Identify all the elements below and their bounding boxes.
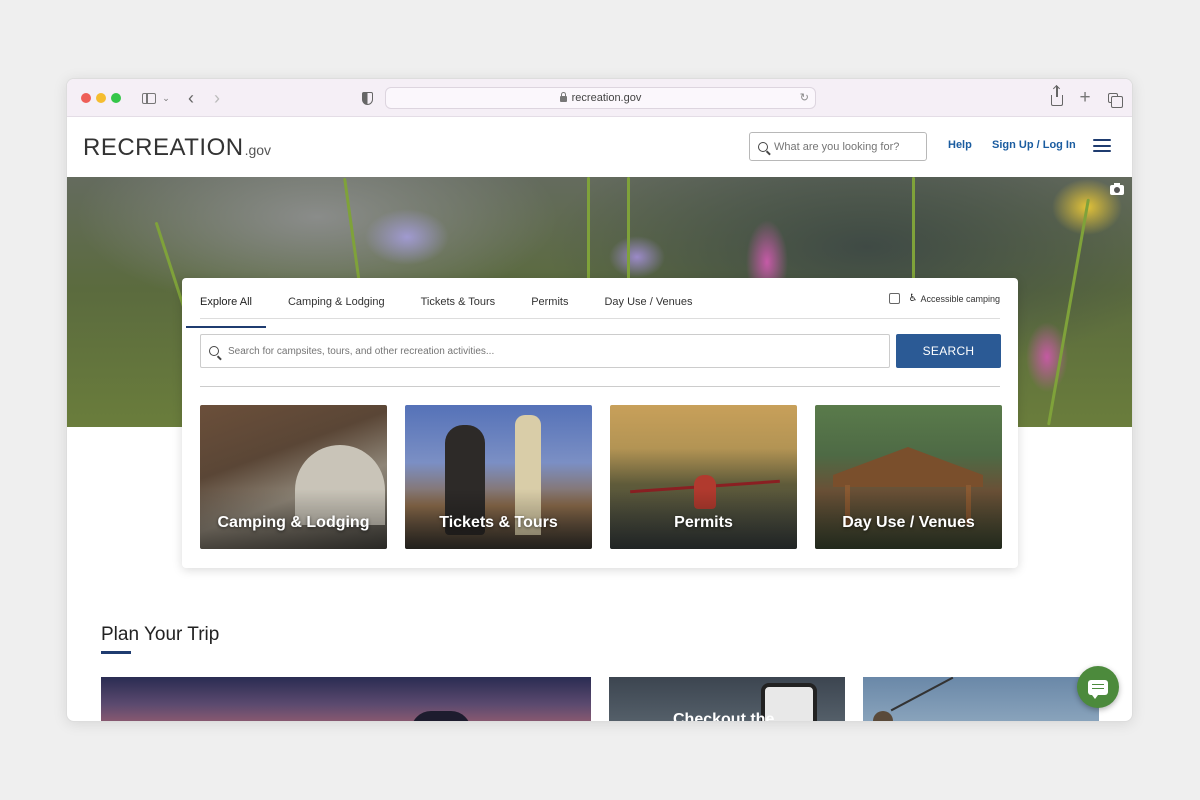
flower-stem — [912, 177, 915, 287]
address-bar[interactable]: recreation.gov ↻ — [385, 87, 816, 109]
wheelchair-icon: ♿ — [908, 293, 918, 304]
flower-stem — [627, 177, 630, 287]
tab-camping-lodging[interactable]: Camping & Lodging — [288, 288, 385, 318]
browser-toolbar: ⌄ ‹ › recreation.gov ↻ + — [67, 79, 1132, 117]
card-camping-lodging[interactable]: Camping & Lodging — [200, 405, 387, 549]
search-icon — [209, 346, 219, 356]
accessible-camping-checkbox[interactable] — [889, 293, 901, 304]
sidebar-icon[interactable] — [138, 88, 160, 108]
minimize-window-button[interactable] — [96, 93, 106, 103]
chevron-down-icon[interactable]: ⌄ — [161, 88, 171, 108]
tabs-divider — [200, 318, 1000, 319]
card-permits[interactable]: Permits — [610, 405, 797, 549]
new-tab-icon[interactable]: + — [1076, 87, 1094, 108]
signup-login-link[interactable]: Sign Up / Log In — [992, 139, 1076, 151]
header-search-input[interactable] — [774, 140, 914, 153]
card-day-use-venues[interactable]: Day Use / Venues — [815, 405, 1002, 549]
camera-icon[interactable] — [1110, 183, 1124, 195]
logo-suffix: .gov — [244, 142, 272, 158]
accessible-camping-toggle[interactable]: ♿ Accessible camping — [889, 293, 1000, 304]
rock-silhouette — [411, 711, 471, 721]
category-cards: Camping & Lodging Tickets & Tours Permit… — [200, 405, 1002, 549]
forward-icon[interactable]: › — [209, 88, 225, 108]
site-header: RECREATION .gov Help Sign Up / Log In — [67, 117, 1132, 177]
url-text: recreation.gov — [571, 92, 642, 104]
panel-divider — [200, 386, 1000, 387]
browser-window: ⌄ ‹ › recreation.gov ↻ + RECREATION .gov… — [66, 78, 1133, 722]
flower-stem — [1047, 198, 1090, 426]
share-icon[interactable] — [1048, 85, 1066, 108]
pavilion-roof-image — [833, 447, 983, 487]
plan-tile-text: Checkout the — [673, 711, 775, 722]
search-tabs: Explore All Camping & Lodging Tickets & … — [186, 288, 729, 328]
card-tickets-tours[interactable]: Tickets & Tours — [405, 405, 592, 549]
main-search[interactable] — [200, 334, 890, 368]
plan-trip-heading: Plan Your Trip — [101, 624, 220, 645]
fishing-rod — [890, 677, 954, 712]
back-icon[interactable]: ‹ — [183, 88, 199, 108]
main-search-input[interactable] — [228, 345, 868, 357]
site-logo[interactable]: RECREATION .gov — [83, 134, 271, 162]
tab-day-use-venues[interactable]: Day Use / Venues — [604, 288, 692, 318]
accessible-camping-label: Accessible camping — [920, 293, 1000, 304]
reload-icon[interactable]: ↻ — [800, 91, 809, 104]
plan-tile-app[interactable]: Checkout the — [609, 677, 845, 722]
shield-icon[interactable] — [359, 88, 375, 108]
close-window-button[interactable] — [81, 93, 91, 103]
lock-icon — [559, 92, 567, 102]
plan-tile-fishing[interactable] — [863, 677, 1099, 721]
chat-button[interactable] — [1077, 666, 1119, 708]
search-icon — [758, 141, 768, 152]
flower-stem — [587, 177, 590, 287]
search-panel: Explore All Camping & Lodging Tickets & … — [182, 278, 1018, 568]
search-button[interactable]: SEARCH — [896, 334, 1001, 368]
logo-wordmark: RECREATION — [83, 134, 244, 161]
help-link[interactable]: Help — [948, 139, 972, 151]
heading-underline — [101, 651, 131, 654]
header-search[interactable] — [749, 132, 927, 161]
tab-explore-all[interactable]: Explore All — [186, 288, 266, 328]
plan-tile-sunset[interactable] — [101, 677, 591, 721]
card-label: Day Use / Venues — [842, 514, 975, 531]
card-label: Camping & Lodging — [217, 514, 370, 531]
tab-permits[interactable]: Permits — [531, 288, 568, 318]
card-label: Tickets & Tours — [439, 514, 558, 531]
card-label: Permits — [674, 514, 733, 531]
tab-tickets-tours[interactable]: Tickets & Tours — [421, 288, 496, 318]
zoom-window-button[interactable] — [111, 93, 121, 103]
tabs-overview-icon[interactable] — [1104, 88, 1123, 108]
fisher-image — [873, 711, 893, 721]
menu-icon[interactable] — [1093, 139, 1111, 152]
chat-icon — [1088, 679, 1108, 699]
